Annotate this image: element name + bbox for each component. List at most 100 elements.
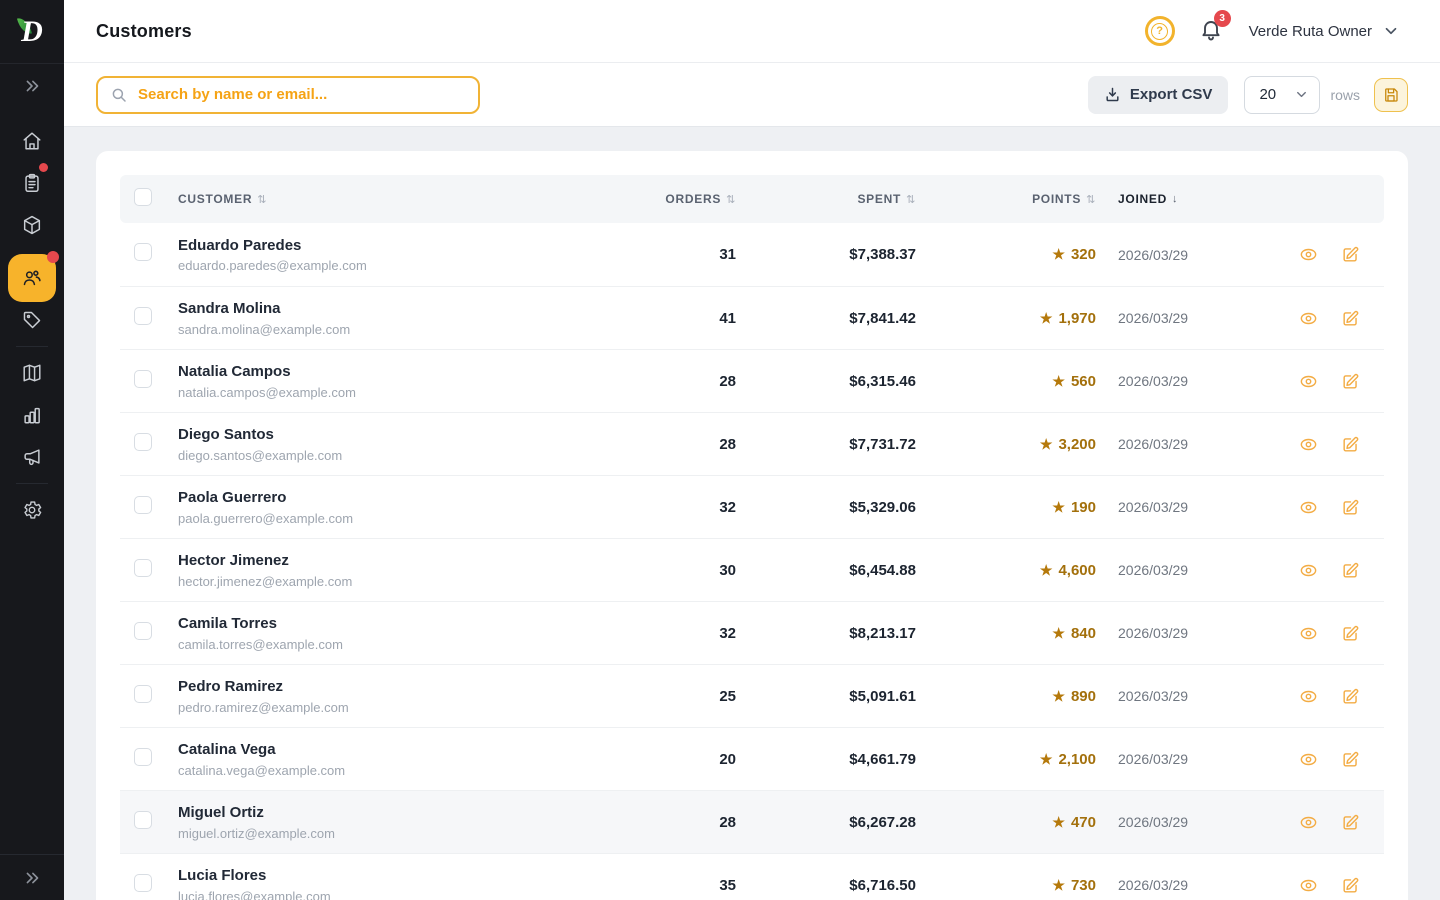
sidebar-item-customers[interactable] xyxy=(8,254,56,302)
bar-chart-icon xyxy=(21,404,43,426)
sidebar-item-catalog[interactable] xyxy=(8,352,56,394)
page-title: Customers xyxy=(96,21,192,42)
table-row[interactable]: Camila Torres camila.torres@example.com … xyxy=(120,601,1384,664)
view-customer-button[interactable] xyxy=(1299,813,1318,832)
export-csv-button[interactable]: Export CSV xyxy=(1088,76,1229,114)
points-number: 470 xyxy=(1071,814,1096,831)
view-customer-button[interactable] xyxy=(1299,624,1318,643)
row-checkbox[interactable] xyxy=(134,685,152,703)
sidebar-item-orders[interactable] xyxy=(8,162,56,204)
row-checkbox[interactable] xyxy=(134,748,152,766)
eye-icon xyxy=(1299,687,1318,706)
column-header-customer[interactable]: CUSTOMER ⇅ xyxy=(178,192,646,206)
eye-icon xyxy=(1299,813,1318,832)
row-checkbox[interactable] xyxy=(134,370,152,388)
star-icon: ★ xyxy=(1040,751,1053,768)
rows-per-page-value: 20 xyxy=(1259,86,1276,103)
customer-name: Catalina Vega xyxy=(178,740,646,760)
row-checkbox[interactable] xyxy=(134,243,152,261)
edit-pencil-icon xyxy=(1341,750,1360,769)
table-row[interactable]: Eduardo Paredes eduardo.paredes@example.… xyxy=(120,223,1384,286)
view-customer-button[interactable] xyxy=(1299,498,1318,517)
tag-icon xyxy=(21,309,43,331)
sidebar-item-marketing[interactable] xyxy=(8,436,56,478)
search-box[interactable] xyxy=(96,76,480,114)
sidebar-collapse-button[interactable] xyxy=(21,867,43,889)
view-customer-button[interactable] xyxy=(1299,372,1318,391)
sidebar-item-analytics[interactable] xyxy=(8,394,56,436)
row-checkbox[interactable] xyxy=(134,496,152,514)
column-header-joined[interactable]: JOINED ↓ xyxy=(1096,192,1274,206)
row-checkbox[interactable] xyxy=(134,874,152,892)
column-header-spent[interactable]: SPENT ⇅ xyxy=(736,192,916,206)
edit-customer-button[interactable] xyxy=(1341,624,1360,643)
eye-icon xyxy=(1299,876,1318,895)
row-checkbox[interactable] xyxy=(134,559,152,577)
row-checkbox[interactable] xyxy=(134,811,152,829)
search-input[interactable] xyxy=(138,86,466,103)
edit-customer-button[interactable] xyxy=(1341,309,1360,328)
edit-customer-button[interactable] xyxy=(1341,561,1360,580)
edit-customer-button[interactable] xyxy=(1341,813,1360,832)
rows-per-page-select[interactable]: 20 xyxy=(1244,76,1320,114)
view-customer-button[interactable] xyxy=(1299,309,1318,328)
row-checkbox[interactable] xyxy=(134,622,152,640)
column-header-orders[interactable]: ORDERS ⇅ xyxy=(646,192,736,206)
points-number: 4,600 xyxy=(1058,562,1096,579)
select-all-checkbox[interactable] xyxy=(134,188,152,206)
view-customer-button[interactable] xyxy=(1299,435,1318,454)
sidebar-item-tags[interactable] xyxy=(8,299,56,341)
app-logo[interactable]: D xyxy=(0,0,64,64)
notification-badge: 3 xyxy=(1214,10,1231,27)
sidebar-item-settings[interactable] xyxy=(8,489,56,531)
view-customer-button[interactable] xyxy=(1299,876,1318,895)
logo-letter: D xyxy=(21,15,43,49)
sidebar-item-home[interactable] xyxy=(8,120,56,162)
view-customer-button[interactable] xyxy=(1299,245,1318,264)
edit-customer-button[interactable] xyxy=(1341,245,1360,264)
edit-pencil-icon xyxy=(1341,624,1360,643)
edit-pencil-icon xyxy=(1341,435,1360,454)
table-row[interactable]: Natalia Campos natalia.campos@example.co… xyxy=(120,349,1384,412)
chevron-down-icon xyxy=(1382,22,1400,40)
cube-icon xyxy=(21,214,43,236)
table-row[interactable]: Lucia Flores lucia.flores@example.com 35… xyxy=(120,853,1384,900)
row-checkbox[interactable] xyxy=(134,307,152,325)
view-customer-button[interactable] xyxy=(1299,687,1318,706)
column-label: ORDERS xyxy=(665,192,721,206)
points-value: ★ 3,200 xyxy=(916,436,1096,453)
edit-customer-button[interactable] xyxy=(1341,750,1360,769)
spent-value: $5,091.61 xyxy=(736,688,916,705)
column-header-points[interactable]: POINTS ⇅ xyxy=(916,192,1096,206)
table-row[interactable]: Hector Jimenez hector.jimenez@example.co… xyxy=(120,538,1384,601)
table-row[interactable]: Catalina Vega catalina.vega@example.com … xyxy=(120,727,1384,790)
points-value: ★ 730 xyxy=(916,877,1096,894)
rows-label: rows xyxy=(1330,87,1360,103)
sidebar-expand-button[interactable] xyxy=(8,70,56,102)
sidebar-item-products[interactable] xyxy=(8,204,56,246)
table-row[interactable]: Paola Guerrero paola.guerrero@example.co… xyxy=(120,475,1384,538)
table-row[interactable]: Diego Santos diego.santos@example.com 28… xyxy=(120,412,1384,475)
help-button[interactable]: ? xyxy=(1145,16,1175,46)
row-checkbox[interactable] xyxy=(134,433,152,451)
user-menu-button[interactable] xyxy=(1382,22,1400,40)
edit-pencil-icon xyxy=(1341,876,1360,895)
edit-customer-button[interactable] xyxy=(1341,372,1360,391)
edit-customer-button[interactable] xyxy=(1341,435,1360,454)
edit-customer-button[interactable] xyxy=(1341,876,1360,895)
eye-icon xyxy=(1299,624,1318,643)
star-icon: ★ xyxy=(1040,310,1053,327)
view-customer-button[interactable] xyxy=(1299,561,1318,580)
table-row[interactable]: Miguel Ortiz miguel.ortiz@example.com 28… xyxy=(120,790,1384,853)
table-row[interactable]: Sandra Molina sandra.molina@example.com … xyxy=(120,286,1384,349)
customer-email: miguel.ortiz@example.com xyxy=(178,826,646,841)
view-customer-button[interactable] xyxy=(1299,750,1318,769)
user-menu-name[interactable]: Verde Ruta Owner xyxy=(1249,23,1372,40)
save-view-button[interactable] xyxy=(1374,78,1408,112)
edit-customer-button[interactable] xyxy=(1341,498,1360,517)
save-floppy-icon xyxy=(1382,86,1400,104)
notifications-button[interactable]: 3 xyxy=(1199,17,1223,46)
eye-icon xyxy=(1299,750,1318,769)
edit-customer-button[interactable] xyxy=(1341,687,1360,706)
table-row[interactable]: Pedro Ramirez pedro.ramirez@example.com … xyxy=(120,664,1384,727)
